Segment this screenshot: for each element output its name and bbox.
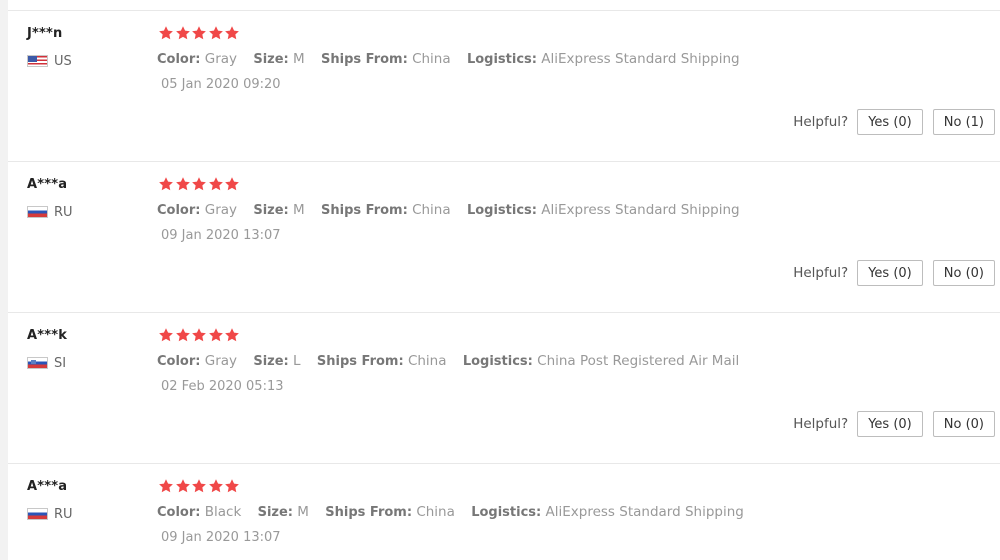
helpful-vote: Helpful? Yes (0) No (0) xyxy=(793,260,995,286)
attr-logistics: Logistics: AliExpress Standard Shipping xyxy=(466,51,740,67)
star-icon xyxy=(224,478,240,494)
star-icon xyxy=(175,25,191,41)
helpful-vote: Helpful? Yes (0) No (1) xyxy=(793,109,995,135)
star-icon xyxy=(208,25,224,41)
attr-logistics-value: AliExpress Standard Shipping xyxy=(541,51,740,67)
star-icon xyxy=(224,327,240,343)
star-icon xyxy=(191,327,207,343)
helpful-no-button[interactable]: No (0) xyxy=(932,411,995,437)
attr-size-value: M xyxy=(293,202,305,218)
attr-ships-from-value: China xyxy=(412,202,451,218)
star-icon xyxy=(158,478,174,494)
star-icon xyxy=(191,25,207,41)
us-flag-icon xyxy=(27,55,48,67)
attr-ships-from: Ships From: China xyxy=(321,202,451,218)
si-flag-icon xyxy=(27,357,48,369)
attr-size-value: L xyxy=(293,353,301,369)
star-icon xyxy=(208,478,224,494)
helpful-vote: Helpful? Yes (0) No (0) xyxy=(793,411,995,437)
attr-size: Size: M xyxy=(253,51,305,67)
attr-ships-from: Ships From: China xyxy=(321,51,451,67)
left-rule xyxy=(0,0,8,560)
star-rating xyxy=(158,327,241,345)
star-icon xyxy=(224,176,240,192)
attr-size: Size: M xyxy=(253,202,305,218)
country-code: US xyxy=(54,53,72,69)
attr-size: Size: L xyxy=(253,353,301,369)
star-icon xyxy=(208,327,224,343)
ru-flag-icon xyxy=(27,508,48,520)
reviewer-country: US xyxy=(27,53,72,69)
review-item: A***a RU Color: Black Size: M Ships From… xyxy=(8,464,1000,560)
attr-ships-from-value: China xyxy=(407,353,447,369)
product-attributes: Color: Black Size: M Ships From: China L… xyxy=(157,504,756,520)
review-date: 05 Jan 2020 09:20 xyxy=(161,77,281,92)
attr-ships-from-value: China xyxy=(412,51,451,67)
attr-ships-from: Ships From: China xyxy=(325,504,455,520)
attr-logistics-value: China Post Registered Air Mail xyxy=(537,353,740,369)
attr-ships-from-value: China xyxy=(416,504,455,520)
attr-color: Color: Gray xyxy=(157,51,238,67)
attr-ships-from: Ships From: China xyxy=(316,353,447,369)
helpful-yes-button[interactable]: Yes (0) xyxy=(857,109,923,135)
star-rating xyxy=(158,478,241,496)
reviewer-country: RU xyxy=(27,506,73,522)
product-attributes: Color: Gray Size: L Ships From: China Lo… xyxy=(157,353,751,369)
attr-logistics: Logistics: AliExpress Standard Shipping xyxy=(471,504,744,520)
review-item: A***a RU Color: Gray Size: M Ships From:… xyxy=(8,162,1000,313)
helpful-yes-button[interactable]: Yes (0) xyxy=(857,260,923,286)
review-date: 02 Feb 2020 05:13 xyxy=(161,379,284,394)
attr-size: Size: M xyxy=(257,504,309,520)
attr-color: Color: Black xyxy=(157,504,242,520)
helpful-label: Helpful? xyxy=(793,265,849,281)
reviewer-name: J***n xyxy=(27,26,63,41)
attr-color: Color: Gray xyxy=(157,353,238,369)
helpful-label: Helpful? xyxy=(793,114,849,130)
country-code: RU xyxy=(54,204,73,220)
star-icon xyxy=(175,327,191,343)
attr-color: Color: Gray xyxy=(157,202,238,218)
star-rating xyxy=(158,176,241,194)
star-icon xyxy=(175,176,191,192)
helpful-no-button[interactable]: No (0) xyxy=(932,260,995,286)
star-icon xyxy=(224,25,240,41)
review-item: J***n US Color: Gray Size: M Ships From:… xyxy=(8,11,1000,162)
attr-size-value: M xyxy=(297,504,309,520)
star-icon xyxy=(191,176,207,192)
star-icon xyxy=(158,25,174,41)
reviewer-country: SI xyxy=(27,355,66,371)
attr-size-value: M xyxy=(293,51,305,67)
reviewer-name: A***a xyxy=(27,177,68,192)
reviewer-name: A***k xyxy=(27,328,68,343)
star-icon xyxy=(175,478,191,494)
attr-logistics: Logistics: China Post Registered Air Mai… xyxy=(462,353,740,369)
product-attributes: Color: Gray Size: M Ships From: China Lo… xyxy=(157,51,752,67)
reviewer-country: RU xyxy=(27,204,73,220)
star-icon xyxy=(208,176,224,192)
helpful-label: Helpful? xyxy=(793,416,849,432)
attr-logistics-value: AliExpress Standard Shipping xyxy=(541,202,740,218)
star-icon xyxy=(191,478,207,494)
reviews-page: J***n US Color: Gray Size: M Ships From:… xyxy=(0,0,1000,560)
star-icon xyxy=(158,327,174,343)
helpful-no-button[interactable]: No (1) xyxy=(932,109,995,135)
ru-flag-icon xyxy=(27,206,48,218)
attr-color-value: Black xyxy=(204,504,242,520)
review-date: 09 Jan 2020 13:07 xyxy=(161,530,281,545)
review-date: 09 Jan 2020 13:07 xyxy=(161,228,281,243)
star-icon xyxy=(158,176,174,192)
attr-color-value: Gray xyxy=(204,51,238,67)
attr-color-value: Gray xyxy=(204,353,238,369)
star-rating xyxy=(158,25,241,43)
country-code: SI xyxy=(54,355,67,371)
helpful-yes-button[interactable]: Yes (0) xyxy=(857,411,923,437)
attr-logistics: Logistics: AliExpress Standard Shipping xyxy=(466,202,740,218)
review-item: A***k SI Color: Gray Size: L Ships From:… xyxy=(8,313,1000,464)
product-attributes: Color: Gray Size: M Ships From: China Lo… xyxy=(157,202,752,218)
attr-logistics-value: AliExpress Standard Shipping xyxy=(545,504,744,520)
country-code: RU xyxy=(54,506,73,522)
reviewer-name: A***a xyxy=(27,479,68,494)
attr-color-value: Gray xyxy=(204,202,238,218)
